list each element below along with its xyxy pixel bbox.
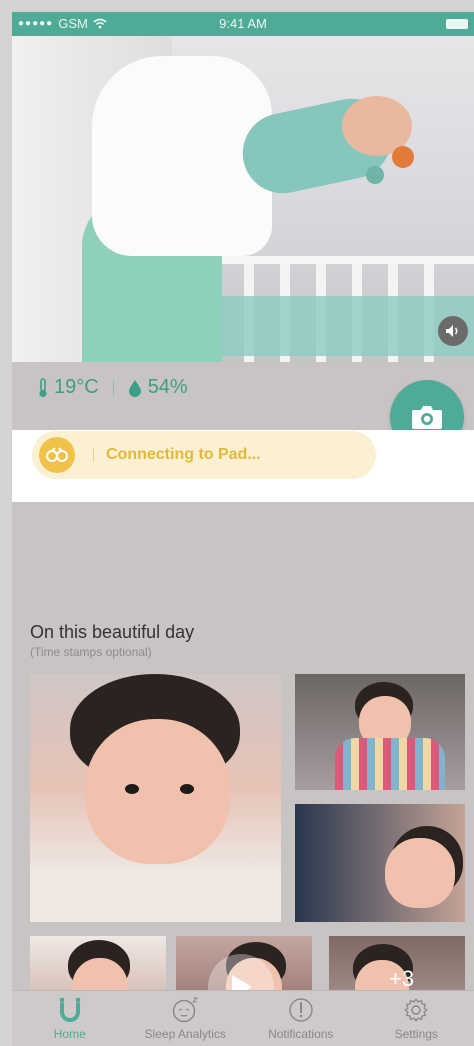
tab-sleep-label: Sleep Analytics [144,1027,226,1041]
camera-icon [412,406,442,429]
thermometer-icon [39,377,47,397]
readings-divider [112,379,114,396]
speaker-icon [446,325,458,337]
tab-settings[interactable]: Settings [359,991,474,1046]
banner-divider [93,448,94,462]
photo-middle-right[interactable] [295,804,465,922]
alert-icon [289,998,313,1022]
battery-icon [446,19,468,29]
photo-large[interactable] [30,674,281,922]
memories-section: On this beautiful day (Time stamps optio… [12,502,474,1026]
tab-home[interactable]: Home [12,991,128,1046]
live-video-feed[interactable] [12,36,474,362]
more-photos-count: +3 [389,966,415,991]
humidity-value: 54% [147,376,188,398]
tab-notifications-label: Notifications [268,1027,334,1041]
tab-notifications[interactable]: Notifications [243,991,359,1046]
speaker-button[interactable] [438,316,468,346]
tab-sleep-analytics[interactable]: Sleep Analytics [128,991,244,1046]
home-u-icon [59,997,81,1022]
parent-figure [62,46,272,362]
status-time: 9:41 AM [219,16,267,31]
photo-top-right[interactable] [295,674,465,790]
temperature-value: 19°C [54,376,99,398]
gear-icon [404,998,428,1022]
gallery-subtitle: (Time stamps optional) [30,645,152,659]
tab-settings-label: Settings [394,1027,438,1041]
bottom-tab-bar: Home Sleep Analytics Notifications Setti… [12,990,474,1046]
sleep-face-icon [173,997,199,1023]
connecting-banner: Connecting to Pad... [32,431,376,479]
connecting-text: Connecting to Pad... [106,446,261,463]
status-bar: ●●●●● GSM 9:41 AM [12,12,474,36]
tab-home-label: Home [53,1027,86,1041]
humidity-drop-icon [128,379,141,397]
gallery-title: On this beautiful day [30,622,195,642]
pad-link-icon [39,437,75,473]
app-screen: ●●●●● GSM 9:41 AM 19°C 54% Connecting to… [12,12,474,1046]
